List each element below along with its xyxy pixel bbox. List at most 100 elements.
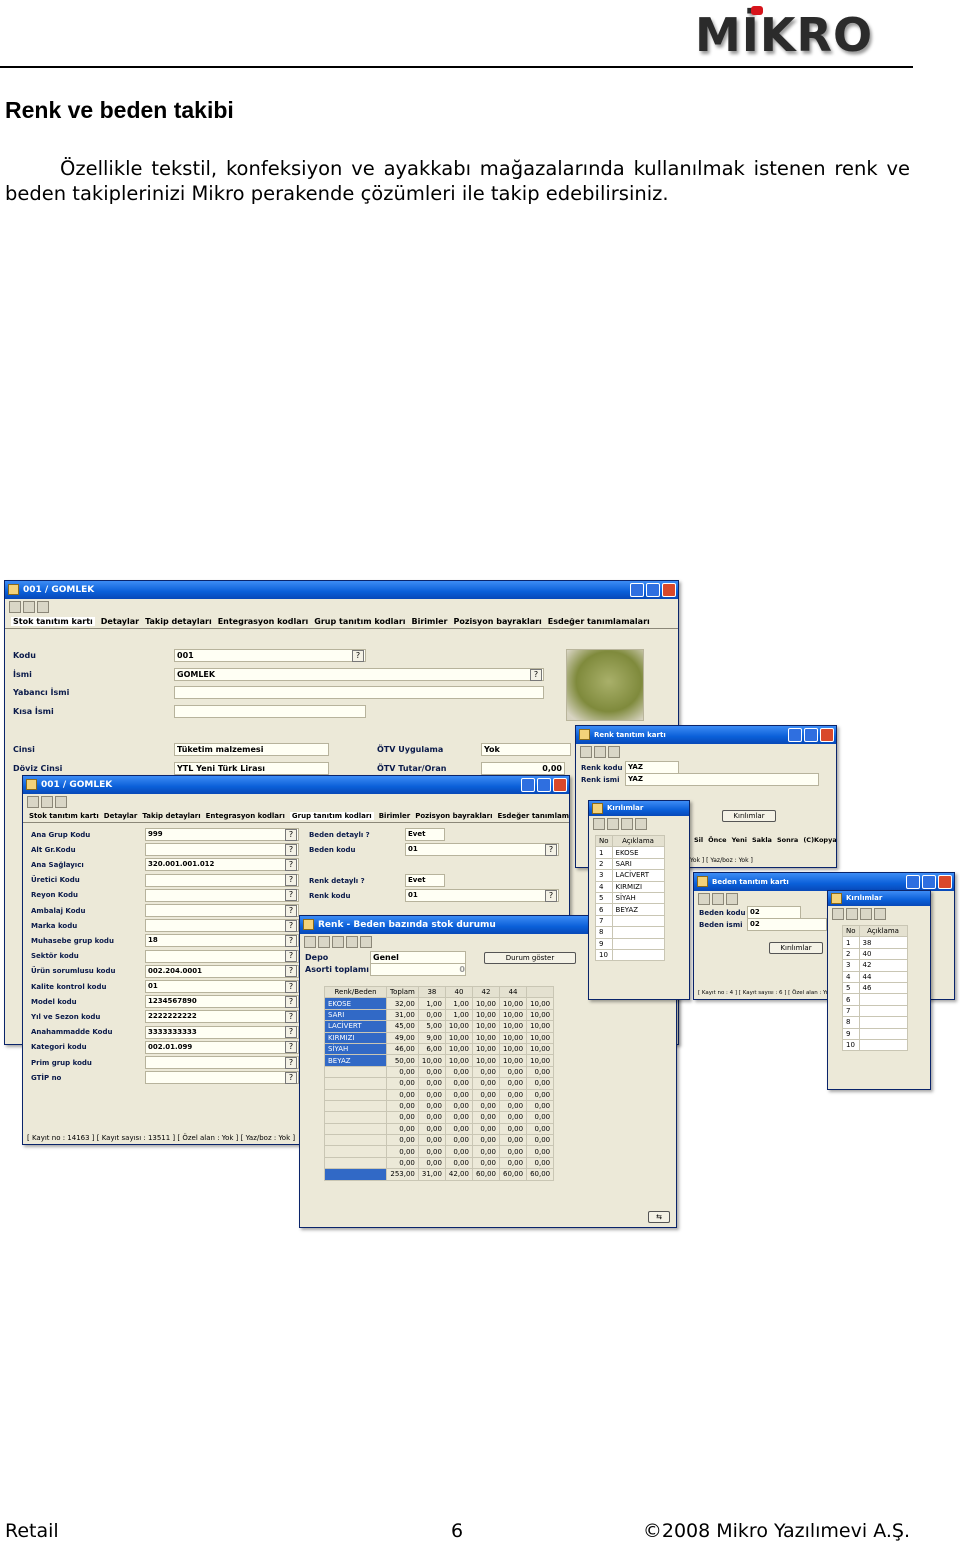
table-cell[interactable]: SARI bbox=[324, 1008, 387, 1022]
table-cell[interactable]: 0,00 bbox=[444, 1088, 473, 1101]
table-cell[interactable]: 0,00 bbox=[417, 1088, 446, 1101]
tab-tracking[interactable]: Takip detayları bbox=[142, 812, 200, 820]
tab-stock-card[interactable]: Stok tanıtım kartı bbox=[11, 617, 95, 626]
action-button[interactable]: Sil bbox=[694, 836, 703, 844]
table-cell[interactable]: 0,00 bbox=[526, 1111, 555, 1124]
table-cell[interactable]: 0,00 bbox=[499, 1145, 528, 1158]
list-item[interactable]: 5 SİYAH bbox=[595, 891, 665, 905]
export-icon[interactable] bbox=[346, 936, 358, 948]
field-input[interactable]: 320.001.001.012 bbox=[145, 858, 299, 872]
lookup-icon[interactable]: ? bbox=[285, 1026, 297, 1039]
print-icon[interactable] bbox=[712, 893, 724, 905]
field-input[interactable]: 3333333333 bbox=[145, 1025, 299, 1039]
table-cell[interactable]: 10,00 bbox=[471, 1054, 501, 1067]
table-cell[interactable]: 10,00 bbox=[471, 997, 501, 1010]
close-icon[interactable] bbox=[938, 875, 952, 889]
minimize-icon[interactable] bbox=[630, 583, 644, 597]
maximize-icon[interactable] bbox=[804, 728, 818, 742]
table-cell[interactable]: 0,00 bbox=[471, 1134, 501, 1147]
table-row[interactable]: 0,00 0,00 0,00 0,00 0,00 0,00 bbox=[324, 1156, 555, 1170]
assort-field[interactable]: 0 bbox=[370, 963, 466, 976]
save-icon[interactable] bbox=[608, 746, 620, 758]
tab-units[interactable]: Birimler bbox=[379, 812, 410, 820]
table-row[interactable]: LACİVERT 45,00 5,00 10,00 10,00 10,00 10,00 bbox=[324, 1020, 555, 1033]
field-input[interactable] bbox=[145, 843, 299, 857]
table-cell[interactable]: 10,00 bbox=[526, 1020, 555, 1033]
save-icon[interactable] bbox=[726, 893, 738, 905]
table-cell[interactable]: 0,00 bbox=[386, 1065, 419, 1079]
tab-stock-card[interactable]: Stok tanıtım kartı bbox=[29, 812, 99, 820]
table-cell[interactable]: EKOSE bbox=[324, 997, 387, 1010]
list-item[interactable]: 9 bbox=[595, 937, 665, 950]
tab-units[interactable]: Birimler bbox=[412, 617, 448, 626]
table-cell[interactable]: 0,00 bbox=[499, 1099, 528, 1113]
window-titlebar[interactable]: 001 / GOMLEK bbox=[23, 776, 569, 794]
row-description[interactable]: KIRMIZI bbox=[611, 880, 665, 893]
minimize-icon[interactable] bbox=[521, 778, 535, 792]
field-input[interactable]: 002.204.0001 bbox=[145, 964, 299, 978]
window-titlebar[interactable]: Kırılımlar bbox=[828, 891, 930, 906]
table-row[interactable]: 0,00 0,00 0,00 0,00 0,00 0,00 bbox=[324, 1099, 555, 1113]
table-cell[interactable] bbox=[324, 1065, 387, 1079]
table-cell[interactable]: 10,00 bbox=[471, 1008, 501, 1022]
table-cell[interactable]: 0,00 bbox=[417, 1065, 446, 1079]
table-cell[interactable]: 10,00 bbox=[444, 1020, 473, 1033]
row-description[interactable]: 38 bbox=[858, 936, 908, 949]
table-cell[interactable]: SİYAH bbox=[324, 1042, 387, 1056]
table-cell[interactable] bbox=[324, 1077, 387, 1090]
close-icon[interactable] bbox=[553, 778, 567, 792]
row-description[interactable]: 42 bbox=[858, 959, 908, 972]
minimize-icon[interactable] bbox=[788, 728, 802, 742]
breaks-button[interactable]: Kırılımlar bbox=[722, 810, 776, 822]
short-name-field[interactable] bbox=[174, 705, 366, 718]
window-titlebar[interactable]: Kırılımlar bbox=[589, 801, 689, 816]
table-row[interactable]: EKOSE 32,00 1,00 1,00 10,00 10,00 10,00 bbox=[324, 997, 555, 1010]
column-header[interactable]: 38 bbox=[417, 985, 446, 999]
table-cell[interactable]: 0,00 bbox=[444, 1065, 473, 1079]
list-item[interactable]: 5 46 bbox=[842, 981, 908, 995]
table-cell[interactable]: 0,00 bbox=[499, 1122, 528, 1136]
lookup-icon[interactable]: ? bbox=[285, 1041, 297, 1054]
table-cell[interactable]: 0,00 bbox=[417, 1122, 446, 1136]
field-input[interactable] bbox=[145, 873, 299, 887]
table-cell[interactable]: 6,00 bbox=[417, 1042, 446, 1056]
field-input[interactable]: 01 bbox=[405, 889, 559, 902]
table-cell[interactable]: 0,00 bbox=[471, 1088, 501, 1101]
row-description[interactable] bbox=[858, 1038, 908, 1052]
table-cell[interactable]: 0,00 bbox=[417, 1145, 446, 1158]
lookup-icon[interactable]: ? bbox=[285, 889, 297, 902]
table-cell[interactable]: 10,00 bbox=[417, 1054, 446, 1067]
name-field[interactable]: GOMLEK bbox=[174, 668, 544, 681]
table-cell[interactable]: 0,00 bbox=[386, 1145, 419, 1158]
row-description[interactable] bbox=[611, 948, 665, 962]
field-input[interactable]: 18 bbox=[145, 934, 299, 948]
table-cell[interactable]: 0,00 bbox=[526, 1065, 555, 1079]
lookup-icon[interactable]: ? bbox=[285, 1071, 297, 1084]
list-item[interactable]: 6 BEYAZ bbox=[595, 903, 665, 916]
list-item[interactable]: 10 bbox=[842, 1038, 908, 1052]
table-cell[interactable]: 9,00 bbox=[417, 1031, 446, 1044]
table-cell[interactable]: 0,00 bbox=[444, 1099, 473, 1113]
column-header[interactable]: Açıklama bbox=[611, 834, 665, 848]
save-icon[interactable] bbox=[37, 601, 49, 613]
table-cell[interactable]: LACİVERT bbox=[324, 1020, 387, 1033]
table-cell[interactable]: 46,00 bbox=[386, 1042, 419, 1056]
table-cell[interactable]: 49,00 bbox=[386, 1031, 419, 1044]
table-cell[interactable]: 0,00 bbox=[499, 1065, 528, 1079]
row-description[interactable] bbox=[611, 914, 665, 928]
table-cell[interactable]: 0,00 bbox=[444, 1134, 473, 1147]
list-item[interactable]: 1 EKOSE bbox=[595, 846, 665, 859]
lookup-icon[interactable]: ? bbox=[285, 1056, 297, 1069]
table-row[interactable]: SARI 31,00 0,00 1,00 10,00 10,00 10,00 bbox=[324, 1008, 555, 1022]
table-cell[interactable]: 1,00 bbox=[417, 997, 446, 1010]
print-icon[interactable] bbox=[23, 601, 35, 613]
table-cell[interactable] bbox=[324, 1145, 387, 1158]
table-cell[interactable]: 0,00 bbox=[417, 1134, 446, 1147]
table-cell[interactable]: 10,00 bbox=[444, 1054, 473, 1067]
table-cell[interactable]: 0,00 bbox=[444, 1111, 473, 1124]
table-cell[interactable]: 0,00 bbox=[417, 1111, 446, 1124]
row-description[interactable] bbox=[611, 926, 665, 939]
table-cell[interactable]: 0,00 bbox=[471, 1122, 501, 1136]
type-field[interactable]: Tüketim malzemesi bbox=[174, 743, 329, 756]
currency-field[interactable]: YTL Yeni Türk Lirası bbox=[174, 762, 329, 775]
